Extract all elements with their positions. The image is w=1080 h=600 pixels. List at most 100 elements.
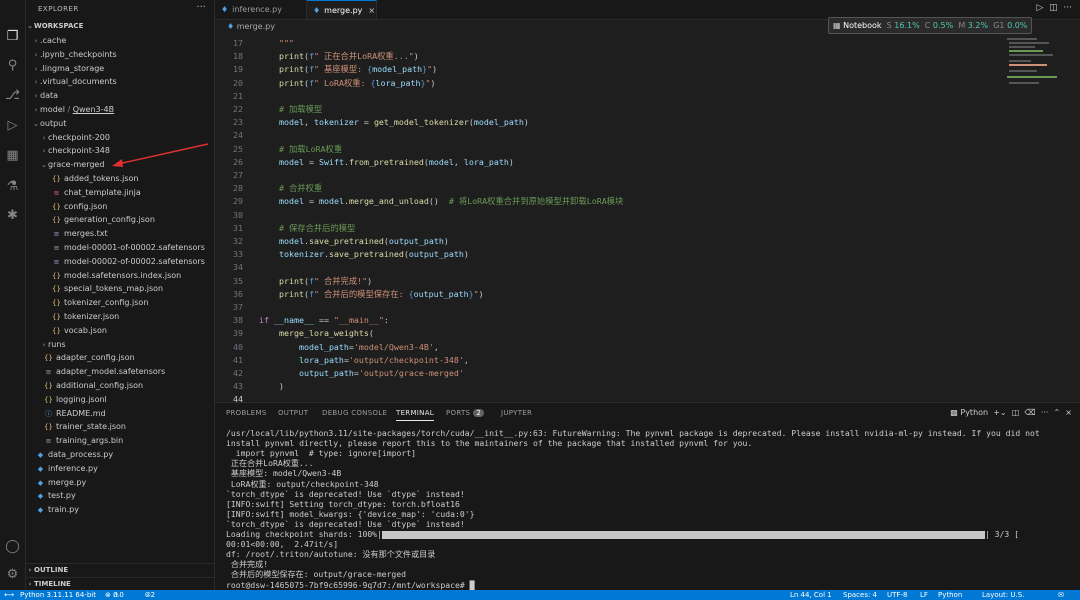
code-line[interactable]: if __name__ == "__main__": bbox=[259, 314, 389, 327]
tree-item-generation-config[interactable]: {} generation_config.json bbox=[26, 213, 236, 226]
tree-item-logging[interactable]: {} logging.jsonl bbox=[26, 393, 228, 406]
code-line[interactable]: # 加载LoRA权重 bbox=[259, 143, 342, 156]
code-line[interactable]: model = model.merge_and_unload() # 将LoRA… bbox=[259, 195, 623, 208]
split-editor-icon[interactable]: ◫ bbox=[1049, 3, 1058, 13]
tree-item-model-index[interactable]: {} model.safetensors.index.json bbox=[26, 269, 236, 282]
tree-item-train-py[interactable]: ◆ train.py bbox=[26, 503, 220, 516]
tab-inference[interactable]: ♦ inference.py bbox=[215, 0, 307, 19]
code-line[interactable]: print(f" LoRA权重: {lora_path}") bbox=[259, 77, 436, 90]
language-mode[interactable]: Python bbox=[938, 590, 962, 600]
notebook-indicator[interactable]: ▦ Notebook S 16.1% C 0.5% M 3.2% G1 0.0% bbox=[828, 17, 1033, 34]
code-line[interactable]: model.save_pretrained(output_path) bbox=[259, 235, 449, 248]
tree-item-output[interactable]: ⌄output bbox=[26, 117, 220, 130]
outline-section[interactable]: › OUTLINE bbox=[26, 563, 214, 577]
tree-item-adapter-model[interactable]: ≡ adapter_model.safetensors bbox=[26, 365, 228, 378]
tree-item-trainer-state[interactable]: {} trainer_state.json bbox=[26, 420, 228, 433]
code-line[interactable]: # 加载模型 bbox=[259, 103, 322, 116]
tree-item-config[interactable]: {} config.json bbox=[26, 200, 236, 213]
source-control-icon[interactable]: ⎇ bbox=[4, 87, 21, 104]
tab-problems[interactable]: PROBLEMS bbox=[226, 409, 267, 417]
shell-name[interactable]: Python bbox=[960, 408, 988, 417]
tree-item-inference-py[interactable]: ◆ inference.py bbox=[26, 462, 220, 475]
tree-item-ipynb[interactable]: › .ipynb_checkpoints bbox=[26, 48, 220, 61]
tree-item-training-args[interactable]: ≡ training_args.bin bbox=[26, 434, 228, 447]
tree-item-readme[interactable]: ⓘ README.md bbox=[26, 407, 228, 420]
ports-indicator[interactable]: ⦾ 2 bbox=[145, 590, 155, 600]
code-line[interactable]: output_path='output/grace-merged' bbox=[259, 367, 464, 380]
account-icon[interactable]: ◯ bbox=[4, 538, 21, 555]
run-debug-icon[interactable]: ▷ bbox=[4, 117, 21, 134]
tab-debug-console[interactable]: DEBUG CONSOLE bbox=[322, 409, 387, 417]
notifications-icon[interactable]: ✉ bbox=[1058, 590, 1064, 600]
code-line[interactable]: """ bbox=[259, 37, 294, 50]
keyboard-layout[interactable]: Layout: U.S. bbox=[982, 590, 1024, 600]
tree-item-tokenizer[interactable]: {} tokenizer.json bbox=[26, 310, 236, 323]
code-editor[interactable]: 17 """ 18 print(f" 正在合并LoRA权重...") 19 prin… bbox=[215, 34, 1005, 404]
more-actions-icon[interactable]: ··· bbox=[196, 2, 206, 13]
tree-item-tokenizer-config[interactable]: {} tokenizer_config.json bbox=[26, 296, 236, 309]
workspace-section[interactable]: ⌄WORKSPACE bbox=[26, 20, 214, 33]
timeline-section[interactable]: › TIMELINE bbox=[26, 577, 214, 591]
tree-item-chat-template[interactable]: ≡ chat_template.jinja bbox=[26, 186, 236, 199]
code-line[interactable]: ) bbox=[259, 380, 284, 393]
split-terminal-icon[interactable]: ◫ bbox=[1012, 408, 1020, 417]
tree-item-special-tokens[interactable]: {} special_tokens_map.json bbox=[26, 282, 236, 295]
tree-item-data[interactable]: › data bbox=[26, 89, 220, 102]
tab-output[interactable]: OUTPUT bbox=[278, 409, 308, 417]
code-line[interactable]: print(f" 合并后的模型保存在: {output_path}") bbox=[259, 288, 484, 301]
close-icon[interactable]: × bbox=[1065, 408, 1072, 417]
tree-item-runs[interactable]: › runs bbox=[26, 338, 228, 351]
tab-ports[interactable]: PORTS 2 bbox=[446, 409, 485, 417]
settings-gear-icon[interactable]: ⚙ bbox=[4, 566, 21, 583]
testing-icon[interactable]: ⚗ bbox=[4, 178, 21, 195]
files-icon[interactable]: ❐ bbox=[4, 28, 21, 45]
chevron-down-icon[interactable]: ⌄ bbox=[1000, 408, 1007, 417]
tree-item-cache-folder[interactable]: › .cache bbox=[26, 34, 220, 47]
trash-icon[interactable]: ⌫ bbox=[1024, 408, 1035, 417]
tab-terminal[interactable]: TERMINAL bbox=[396, 409, 434, 421]
remote-icon[interactable]: ⟷ bbox=[4, 590, 14, 600]
code-line[interactable]: lora_path='output/checkpoint-348', bbox=[259, 354, 469, 367]
more-actions-icon[interactable]: ··· bbox=[1041, 408, 1049, 417]
extensions-icon[interactable]: ▦ bbox=[4, 147, 21, 164]
tree-item-adapter-config[interactable]: {} adapter_config.json bbox=[26, 351, 228, 364]
breadcrumb[interactable]: ♦ merge.py bbox=[215, 20, 275, 34]
tree-item-virtual-docs[interactable]: › .virtual_documents bbox=[26, 75, 220, 88]
new-terminal-icon[interactable]: + bbox=[993, 408, 1000, 417]
code-line[interactable]: print(f" 合并完成!") bbox=[259, 275, 372, 288]
tree-item-merges[interactable]: ≡ merges.txt bbox=[26, 227, 236, 240]
cursor-position[interactable]: Ln 44, Col 1 bbox=[790, 590, 832, 600]
code-line[interactable]: model = Swift.from_pretrained(model, lor… bbox=[259, 156, 514, 169]
code-line[interactable]: # 合并权重 bbox=[259, 182, 322, 195]
tree-item-model-2[interactable]: ≡ model-00002-of-00002.safetensors bbox=[26, 255, 236, 268]
tree-item-additional-config[interactable]: {} additional_config.json bbox=[26, 379, 228, 392]
tree-item-merge-py[interactable]: ◆ merge.py bbox=[26, 476, 220, 489]
tree-item-lingma[interactable]: › .lingma_storage bbox=[26, 62, 220, 75]
remote-icon[interactable]: ✱ bbox=[4, 207, 21, 224]
tab-merge[interactable]: ♦ merge.py × bbox=[307, 0, 377, 19]
code-line[interactable]: # 保存合并后的模型 bbox=[259, 222, 355, 235]
search-icon[interactable]: ⚲ bbox=[4, 57, 21, 74]
end-of-line[interactable]: LF bbox=[920, 590, 928, 600]
tab-jupyter[interactable]: JUPYTER bbox=[501, 409, 532, 417]
python-interpreter[interactable]: Python 3.11.11 64-bit bbox=[20, 590, 96, 600]
tree-item-vocab[interactable]: {} vocab.json bbox=[26, 324, 236, 337]
tree-item-data-process[interactable]: ◆ data_process.py bbox=[26, 448, 220, 461]
tree-item-model-1[interactable]: ≡ model-00001-of-00002.safetensors bbox=[26, 241, 236, 254]
tree-item-test-py[interactable]: ◆ test.py bbox=[26, 489, 220, 502]
code-line[interactable]: model_path='model/Qwen3-4B', bbox=[259, 341, 439, 354]
tree-item-added-tokens[interactable]: {} added_tokens.json bbox=[26, 172, 236, 185]
code-line[interactable]: print(f" 基座模型: {model_path}") bbox=[259, 63, 437, 76]
maximize-icon[interactable]: ⌃ bbox=[1054, 408, 1061, 417]
code-line[interactable]: merge_lora_weights( bbox=[259, 327, 374, 340]
minimap[interactable] bbox=[1005, 34, 1065, 92]
close-icon[interactable]: × bbox=[368, 6, 375, 15]
more-actions-icon[interactable]: ··· bbox=[1063, 3, 1072, 13]
code-line[interactable]: tokenizer.save_pretrained(output_path) bbox=[259, 248, 469, 261]
code-line[interactable]: print(f" 正在合并LoRA权重...") bbox=[259, 50, 419, 63]
run-icon[interactable]: ▷ bbox=[1037, 3, 1044, 13]
indentation[interactable]: Spaces: 4 bbox=[843, 590, 877, 600]
code-line[interactable]: model, tokenizer = get_model_tokenizer(m… bbox=[259, 116, 529, 129]
encoding[interactable]: UTF-8 bbox=[887, 590, 907, 600]
tree-item-model[interactable]: › model / Qwen3-4B bbox=[26, 103, 220, 116]
